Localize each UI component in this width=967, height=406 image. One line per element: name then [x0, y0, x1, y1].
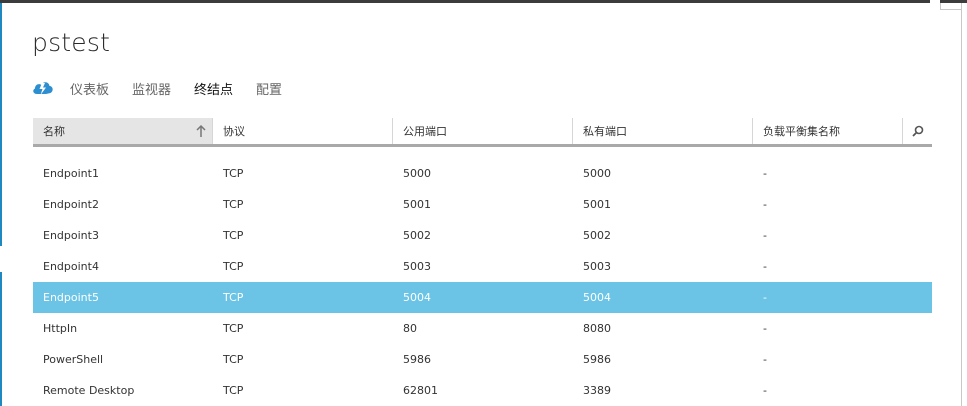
cell-public-port: 62801 [403, 384, 438, 397]
right-scroll-notch [940, 3, 961, 10]
window-top-bar-gap [930, 0, 940, 3]
cell-protocol: TCP [223, 384, 244, 397]
cell-protocol: TCP [223, 291, 244, 304]
cell-private-port: 5001 [583, 198, 611, 211]
cell-name: Endpoint4 [43, 260, 99, 273]
cell-name: Endpoint2 [43, 198, 99, 211]
cell-name: Endpoint3 [43, 229, 99, 242]
window-top-bar [0, 0, 967, 3]
column-header-label: 名称 [43, 125, 65, 138]
column-header-label: 公用端口 [403, 125, 447, 138]
left-accent-bar [0, 3, 2, 246]
search-icon [911, 125, 923, 137]
cell-private-port: 5986 [583, 353, 611, 366]
tab-dashboard[interactable]: 仪表板 [70, 79, 109, 98]
column-header-private-port[interactable]: 私有端口 [573, 118, 753, 144]
header-divider [33, 144, 932, 147]
cell-protocol: TCP [223, 229, 244, 242]
table-row[interactable]: Endpoint1 TCP 5000 5000 - [33, 158, 932, 189]
table-row[interactable]: PowerShell TCP 5986 5986 - [33, 344, 932, 375]
cell-protocol: TCP [223, 167, 244, 180]
column-header-load-balanced-set[interactable]: 负载平衡集名称 [753, 118, 903, 144]
cell-name: Remote Desktop [43, 384, 135, 397]
cell-private-port: 5002 [583, 229, 611, 242]
cell-name: PowerShell [43, 353, 104, 366]
column-header-name[interactable]: 名称 [33, 118, 213, 144]
cell-public-port: 5000 [403, 167, 431, 180]
table-row-selected[interactable]: Endpoint5 TCP 5004 5004 - [33, 282, 932, 313]
column-header-public-port[interactable]: 公用端口 [393, 118, 573, 144]
search-button[interactable] [903, 118, 932, 144]
cell-protocol: TCP [223, 353, 244, 366]
cell-private-port: 5003 [583, 260, 611, 273]
cell-name: Endpoint1 [43, 167, 99, 180]
table-body: Endpoint1 TCP 5000 5000 - Endpoint2 TCP … [33, 158, 932, 406]
cell-protocol: TCP [223, 322, 244, 335]
cell-public-port: 5004 [403, 291, 431, 304]
nav-tabs: 仪表板 监视器 终结点 配置 [32, 78, 305, 98]
cell-lb-set: - [763, 229, 767, 242]
table-row[interactable]: HttpIn TCP 80 8080 - [33, 313, 932, 344]
cell-public-port: 5003 [403, 260, 431, 273]
tab-endpoints[interactable]: 终结点 [194, 79, 233, 98]
cell-private-port: 3389 [583, 384, 611, 397]
cell-lb-set: - [763, 384, 767, 397]
table-row[interactable]: Endpoint3 TCP 5002 5002 - [33, 220, 932, 251]
table-row[interactable]: Endpoint4 TCP 5003 5003 - [33, 251, 932, 282]
cell-protocol: TCP [223, 260, 244, 273]
endpoints-table: 名称 协议 公用端口 私有端口 负载平衡集名称 Endpoint1 TCP 50… [33, 118, 932, 406]
column-header-label: 私有端口 [583, 125, 627, 138]
cell-name: HttpIn [43, 322, 78, 335]
cell-lb-set: - [763, 167, 767, 180]
cell-public-port: 5986 [403, 353, 431, 366]
cloud-service-icon [32, 78, 54, 98]
tab-configure[interactable]: 配置 [256, 79, 282, 98]
column-header-label: 负载平衡集名称 [763, 125, 840, 138]
cell-public-port: 80 [403, 322, 417, 335]
cell-public-port: 5002 [403, 229, 431, 242]
table-row[interactable]: Endpoint2 TCP 5001 5001 - [33, 189, 932, 220]
sort-ascending-icon [196, 124, 206, 138]
left-accent-bar [0, 272, 2, 406]
table-row[interactable]: Remote Desktop TCP 62801 3389 - [33, 375, 932, 406]
cell-name: Endpoint5 [43, 291, 99, 304]
column-header-label: 协议 [223, 125, 245, 138]
column-header-protocol[interactable]: 协议 [213, 118, 393, 144]
cell-lb-set: - [763, 322, 767, 335]
cell-protocol: TCP [223, 198, 244, 211]
cell-public-port: 5001 [403, 198, 431, 211]
cell-lb-set: - [763, 291, 767, 304]
cell-lb-set: - [763, 260, 767, 273]
cell-private-port: 5004 [583, 291, 611, 304]
page-title: pstest [32, 28, 111, 57]
tab-monitor[interactable]: 监视器 [132, 79, 171, 98]
table-header: 名称 协议 公用端口 私有端口 负载平衡集名称 [33, 118, 932, 144]
right-scroll-edge [961, 3, 962, 406]
cell-lb-set: - [763, 353, 767, 366]
cell-lb-set: - [763, 198, 767, 211]
cell-private-port: 8080 [583, 322, 611, 335]
cell-private-port: 5000 [583, 167, 611, 180]
